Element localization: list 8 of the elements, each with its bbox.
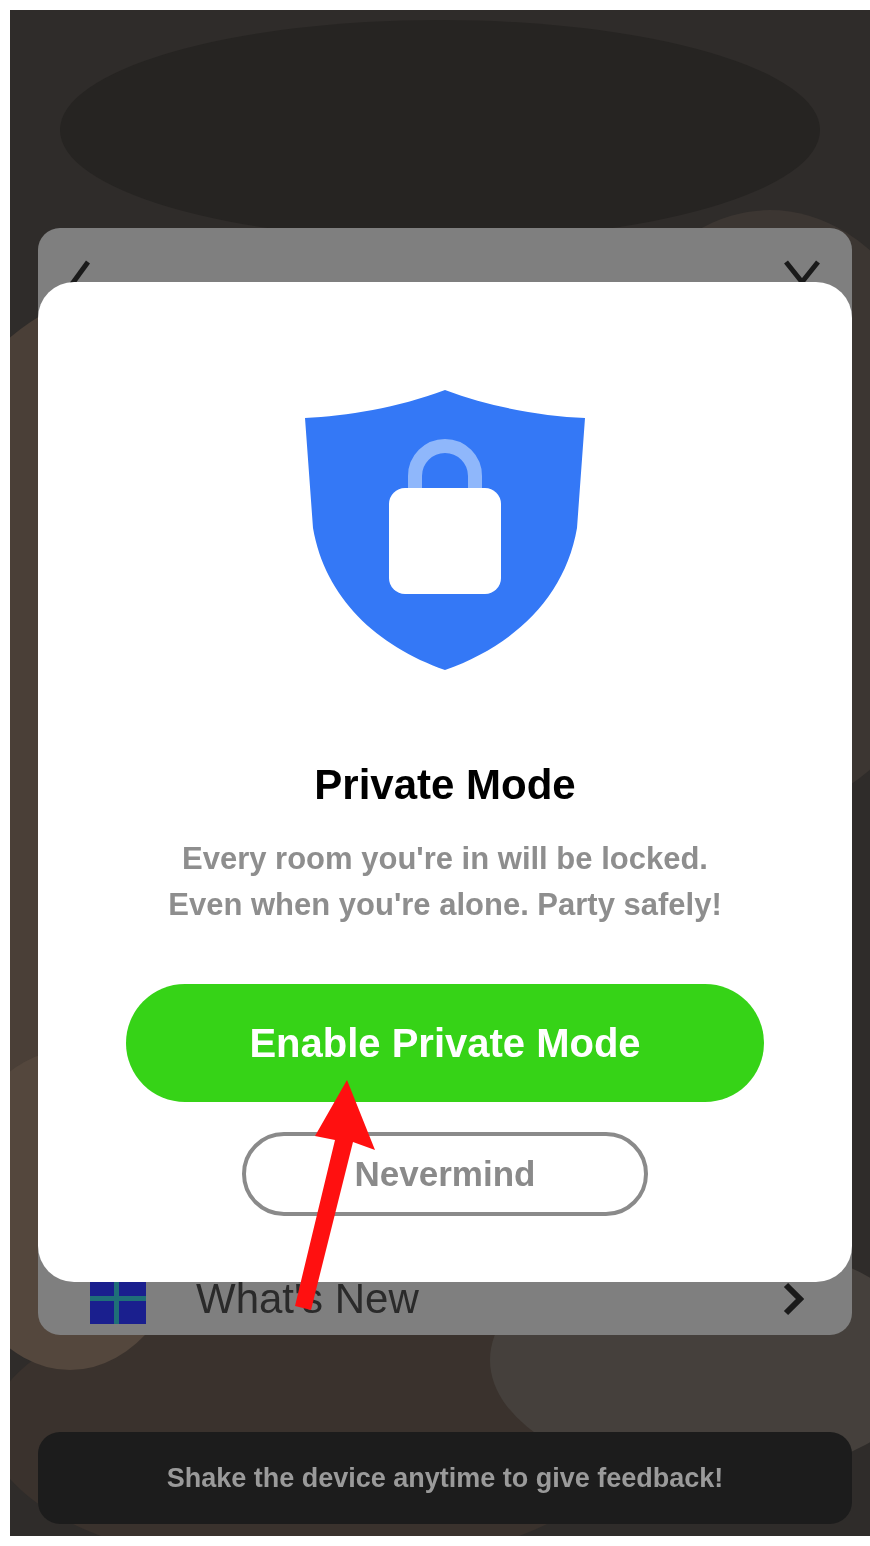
shield-lock-icon (303, 388, 587, 672)
close-icon (782, 260, 822, 282)
dialog-title: Private Mode (314, 764, 576, 806)
enable-private-mode-button[interactable]: Enable Private Mode (126, 984, 764, 1102)
toast-text: Shake the device anytime to give feedback! (166, 1461, 724, 1495)
chevron-right-icon (782, 1282, 804, 1316)
nevermind-button[interactable]: Nevermind (242, 1132, 648, 1216)
dialog-message: Every room you're in will be locked. Even when you're alone. Party safely! (168, 840, 722, 924)
